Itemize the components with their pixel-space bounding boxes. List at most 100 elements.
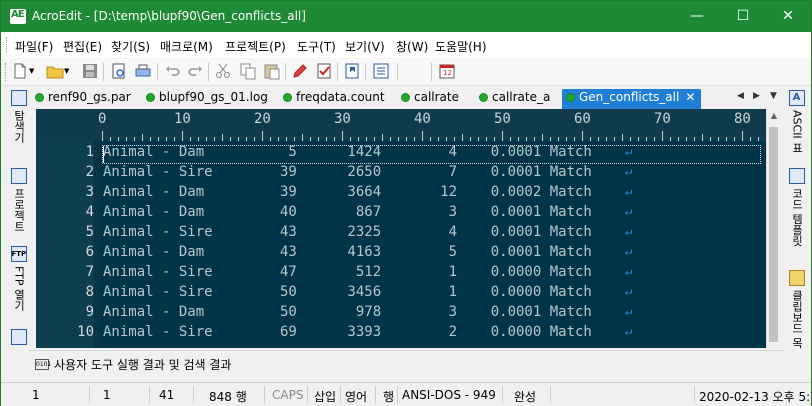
toolbar-separator [337,63,338,81]
status-bar: 1 1 41 848 행 CAPS 삽입 영어 행 ANSI-DOS - 949… [1,382,812,406]
toolbar-grip[interactable] [5,63,6,81]
text-editor[interactable]: 0 10 20 30 40 50 60 70 80 1 Animal - Dam … [36,109,766,348]
tab-close-icon[interactable]: ✕ [685,90,695,104]
editor-line[interactable]: 6 Animal - Dam 43 4163 5 0.0001 Match ↵ [36,244,766,264]
toolbar-separator [157,63,158,81]
save-icon[interactable] [80,61,100,81]
undo-icon[interactable] [163,61,183,81]
new-file-icon[interactable] [10,61,30,81]
paste-icon[interactable] [262,61,282,81]
list-icon[interactable] [371,61,391,81]
line-number: 2 [85,164,94,180]
tab-renf90[interactable]: renf90_gs.par [35,90,131,109]
editor-line[interactable]: 10 Animal - Sire 69 3393 2 0.0000 Match ↵ [36,324,766,344]
status-separator [550,386,551,403]
status-language[interactable]: 영어 [345,388,367,405]
window-title: AcroEdit - [D:\temp\blupf90\Gen_conflict… [32,9,306,23]
line-number: 8 [85,284,94,300]
editor-line[interactable]: 3 Animal - Dam 39 3664 12 0.0002 Match ↵ [36,184,766,204]
tab-list-dropdown-icon[interactable]: ▼ [770,91,777,101]
status-encoding[interactable]: ANSI-DOS - 949 [402,388,496,402]
clipboard-icon [788,270,805,286]
editor-line[interactable]: 5 Animal - Sire 43 2325 4 0.0001 Match ↵ [36,224,766,244]
menu-grip[interactable] [6,37,9,53]
tab-gen-conflicts-all[interactable]: Gen_conflicts_all ✕ [562,89,702,109]
menu-help[interactable]: 도움말(H) [435,38,487,55]
editor-line[interactable]: 2 Animal - Sire 39 2650 7 0.0001 Match ↵ [36,164,766,184]
tab-callrate-a[interactable]: callrate_a [479,90,550,109]
line-text: Animal - Dam 50 978 3 0.0001 Match [103,304,592,320]
menu-macro[interactable]: 매크로(M) [160,38,213,55]
line-number: 6 [85,244,94,260]
ruler-label: 10 [174,111,191,127]
scroll-up-arrow-icon[interactable]: ▲ [767,111,781,123]
checklist-icon[interactable] [314,61,334,81]
explorer-tab[interactable]: 탐색기 [9,90,28,143]
ruler-label: 60 [574,111,591,127]
minimize-button[interactable]: — [674,1,720,32]
output-panel-bar[interactable]: 0101 사용자 도구 실행 결과 및 검색 결과 [29,350,784,376]
tab-label: freqdata.count [296,90,385,104]
line-end-icon: ↵ [624,144,633,158]
bookmark-icon[interactable] [342,61,362,81]
ruler-label: 50 [494,111,511,127]
line-text: Animal - Sire 47 512 1 0.0000 Match [103,264,592,280]
menu-edit[interactable]: 편집(E) [63,38,102,55]
maximize-button[interactable]: ☐ [720,1,766,32]
title-bar[interactable]: AE AcroEdit - [D:\temp\blupf90\Gen_confl… [1,1,811,32]
editor-line[interactable]: 1 Animal - Dam 5 1424 4 0.0001 Match ↵ [36,144,766,164]
editor-line[interactable]: 7 Animal - Sire 47 512 1 0.0000 Match ↵ [36,264,766,284]
status-line: 1 [32,388,40,402]
new-dropdown-icon[interactable]: ▼ [29,61,39,81]
ftp-tab[interactable]: FTP FTP 열기 [9,246,28,311]
editor-line[interactable]: 9 Animal - Dam 50 978 3 0.0001 Match ↵ [36,304,766,324]
calendar-icon[interactable]: 12 [437,61,457,81]
editor-line[interactable]: 8 Animal - Sire 50 3456 1 0.0000 Match ↵ [36,284,766,304]
tab-scroll-right-icon[interactable]: ▶ [753,91,760,101]
menu-view[interactable]: 보기(V) [345,38,385,55]
tab-label: renf90_gs.par [48,90,131,104]
menu-project[interactable]: 프로젝트(P) [225,38,286,55]
scrollbar-thumb[interactable] [769,127,778,342]
cut-icon[interactable] [213,61,233,81]
tab-scroll-left-icon[interactable]: ◀ [737,91,744,101]
editor-line[interactable]: 4 Animal - Dam 40 867 3 0.0001 Match ↵ [36,204,766,224]
image-icon [10,329,27,345]
open-folder-icon[interactable] [45,61,65,81]
line-text: Animal - Sire 50 3456 1 0.0000 Match [103,284,592,300]
status-separator [149,386,150,403]
image-tab[interactable] [9,329,28,345]
status-separator [307,386,308,403]
open-dropdown-icon[interactable]: ▼ [64,61,74,81]
status-column: 1 [103,388,111,402]
ruler-label: 70 [654,111,671,127]
tab-freqdata[interactable]: freqdata.count [283,90,385,109]
app-logo-icon[interactable]: AE [10,9,26,24]
status-separator [397,386,398,403]
code-template-tab[interactable]: 코드 템플릿 [787,168,806,247]
status-complete[interactable]: 완성 [514,388,536,405]
menu-file[interactable]: 파일(F) [15,38,53,55]
vertical-scrollbar[interactable]: ▲ [766,109,780,348]
status-insert-mode[interactable]: 삽입 [314,388,336,405]
clipboard-tab[interactable]: 클립보드 목 [787,270,806,349]
print-icon[interactable] [133,61,153,81]
menu-window[interactable]: 창(W) [396,38,428,55]
project-tab[interactable]: 프로젝트 [9,168,28,232]
menu-find[interactable]: 찾기(S) [111,38,150,55]
tab-callrate[interactable]: callrate [401,90,459,109]
ascii-table-tab[interactable]: A ASCII 표 [787,90,806,153]
code-template-icon [788,168,805,184]
right-side-panel: A ASCII 표 코드 템플릿 클립보드 목 [785,86,808,349]
line-end-icon: ↵ [624,164,633,178]
highlighter-icon[interactable] [290,61,310,81]
close-button[interactable]: ✕ [765,1,811,32]
copy-icon[interactable] [238,61,258,81]
print-preview-icon[interactable] [109,61,129,81]
status-line-mode[interactable]: 행 [383,388,394,405]
line-end-icon: ↵ [624,204,633,218]
project-label: 프로젝트 [12,188,26,232]
redo-icon[interactable] [185,61,205,81]
tab-blupf90-log[interactable]: blupf90_gs_01.log [146,90,268,109]
menu-tools[interactable]: 도구(T) [297,38,336,55]
